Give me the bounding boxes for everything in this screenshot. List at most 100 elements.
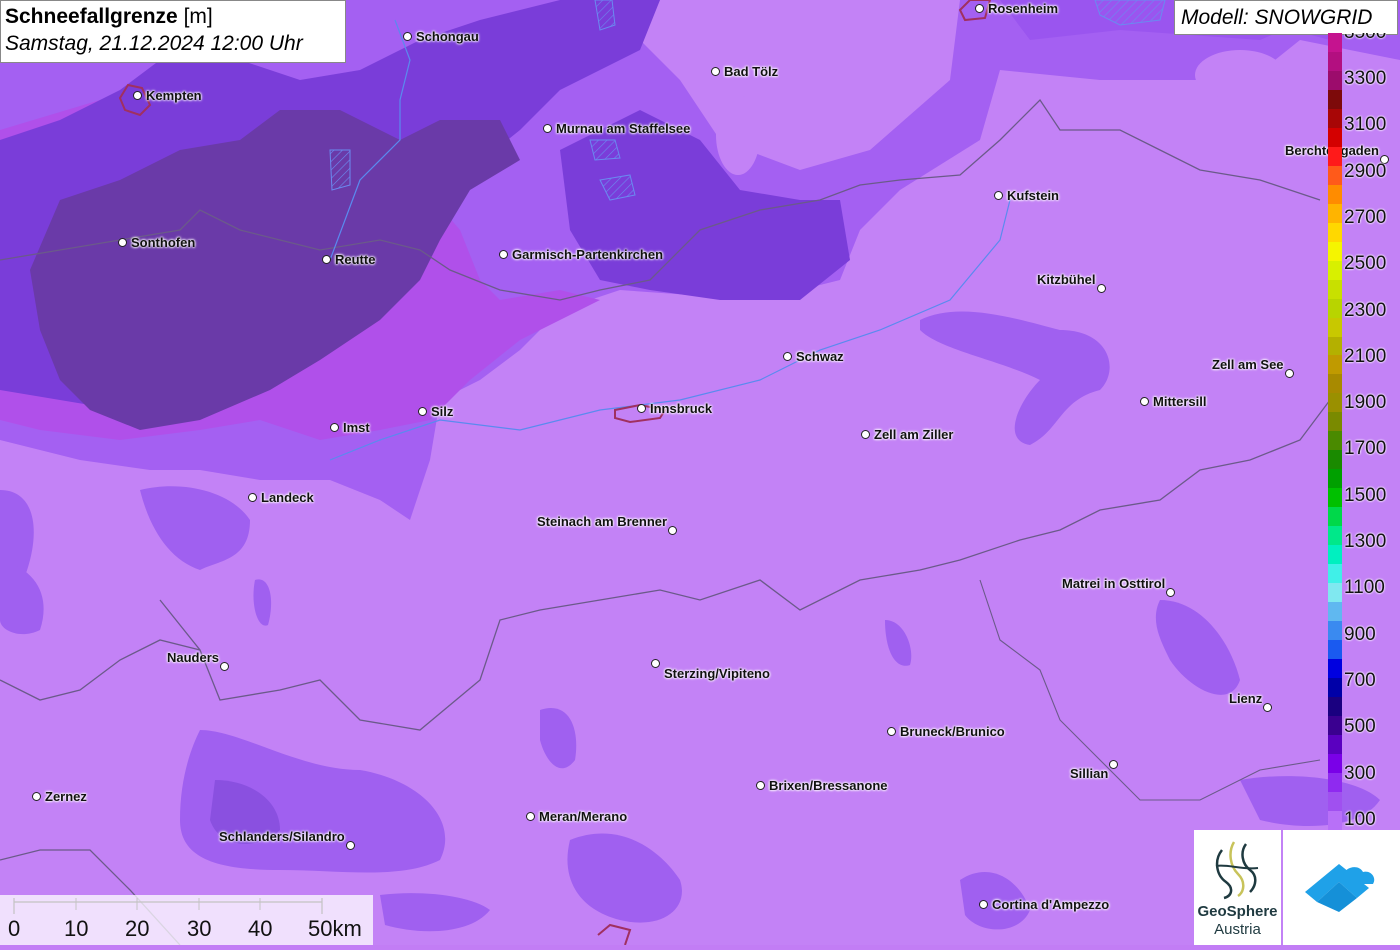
city-marker[interactable] xyxy=(499,250,508,259)
legend-label: 700 xyxy=(1344,669,1376,691)
parameter-name: Schneefallgrenze xyxy=(5,5,178,28)
legend-label: 100 xyxy=(1344,808,1376,830)
city-marker[interactable] xyxy=(994,191,1003,200)
city-label: Brixen/Bressanone xyxy=(769,778,888,793)
legend-swatch xyxy=(1328,526,1342,546)
legend-swatch xyxy=(1328,146,1342,166)
city-label: Sillian xyxy=(1070,766,1109,781)
legend-swatch xyxy=(1328,33,1342,52)
city-marker[interactable] xyxy=(1263,703,1272,712)
legend-swatch xyxy=(1328,545,1342,565)
model-label: Modell: SNOWGRID xyxy=(1174,0,1398,35)
legend-label: 2700 xyxy=(1344,206,1387,228)
city-label: Zernez xyxy=(45,789,87,804)
city-marker[interactable] xyxy=(1109,760,1118,769)
city-marker[interactable] xyxy=(133,91,142,100)
legend-swatch xyxy=(1328,658,1342,678)
legend-swatch xyxy=(1328,488,1342,508)
city-marker[interactable] xyxy=(32,792,41,801)
city-label: Zell am Ziller xyxy=(874,427,954,442)
legend-swatch xyxy=(1328,677,1342,697)
city-marker[interactable] xyxy=(756,781,765,790)
legend-swatch xyxy=(1328,469,1342,489)
city-marker[interactable] xyxy=(118,238,127,247)
city-marker[interactable] xyxy=(403,32,412,41)
title-box: Schneefallgrenze [m] Samstag, 21.12.2024… xyxy=(0,0,346,63)
city-label: Murnau am Staffelsee xyxy=(556,121,691,136)
legend-label: 500 xyxy=(1344,716,1376,738)
map-canvas[interactable] xyxy=(0,0,1400,945)
city-marker[interactable] xyxy=(1166,588,1175,597)
city-marker[interactable] xyxy=(668,526,677,535)
legend-swatch xyxy=(1328,753,1342,773)
city-label: Kempten xyxy=(146,88,202,103)
scale-label: 10 xyxy=(64,916,89,941)
geosphere-logo[interactable]: GeoSphere Austria xyxy=(1194,830,1281,945)
city-label: Kufstein xyxy=(1007,188,1059,203)
city-label: Zell am See xyxy=(1212,357,1284,372)
scale-label: 20 xyxy=(125,916,150,941)
scale-label: 50km xyxy=(308,916,362,941)
legend-swatch xyxy=(1328,696,1342,716)
city-label: Imst xyxy=(343,420,370,435)
legend-swatch xyxy=(1328,108,1342,128)
city-marker[interactable] xyxy=(651,659,660,668)
legend-swatch xyxy=(1328,734,1342,754)
legend-swatch xyxy=(1328,412,1342,432)
city-label: Bad Tölz xyxy=(724,64,779,79)
legend-swatch xyxy=(1328,355,1342,375)
city-marker[interactable] xyxy=(637,404,646,413)
city-marker[interactable] xyxy=(526,812,535,821)
legend-swatch xyxy=(1328,317,1342,337)
legend-swatch xyxy=(1328,51,1342,71)
legend-label: 1900 xyxy=(1344,392,1387,414)
city-marker[interactable] xyxy=(975,4,984,13)
legend-swatch xyxy=(1328,127,1342,147)
scale-label: 30 xyxy=(187,916,212,941)
legend-swatch xyxy=(1328,621,1342,640)
city-marker[interactable] xyxy=(543,124,552,133)
city-marker[interactable] xyxy=(783,352,792,361)
city-marker[interactable] xyxy=(220,662,229,671)
legend-swatch xyxy=(1328,583,1342,603)
city-marker[interactable] xyxy=(861,430,870,439)
city-label: Silz xyxy=(431,404,454,419)
legend-swatch xyxy=(1328,336,1342,356)
cloud-arrow-icon xyxy=(1305,864,1375,912)
legend-colorbar xyxy=(1328,33,1342,830)
city-label: Schlanders/Silandro xyxy=(219,829,345,844)
city-label: Kitzbühel xyxy=(1037,272,1096,287)
city-marker[interactable] xyxy=(979,900,988,909)
city-marker[interactable] xyxy=(1097,284,1106,293)
city-marker[interactable] xyxy=(346,841,355,850)
legend-label: 1700 xyxy=(1344,438,1387,460)
city-label: Schwaz xyxy=(796,349,844,364)
legend-swatch xyxy=(1328,70,1342,90)
city-marker[interactable] xyxy=(322,255,331,264)
city-marker[interactable] xyxy=(330,423,339,432)
city-label: Garmisch-Partenkirchen xyxy=(512,247,664,262)
city-marker[interactable] xyxy=(887,727,896,736)
lake-staffelsee xyxy=(589,139,621,161)
parameter-unit: [m] xyxy=(183,5,213,28)
city-marker[interactable] xyxy=(1140,397,1149,406)
cloud-logo[interactable] xyxy=(1283,830,1400,945)
city-label: Reutte xyxy=(335,252,376,267)
city-marker[interactable] xyxy=(711,67,720,76)
legend-label: 1500 xyxy=(1344,484,1387,506)
city-marker[interactable] xyxy=(418,407,427,416)
legend-swatch xyxy=(1328,450,1342,470)
legend-swatch xyxy=(1328,298,1342,318)
legend-swatch xyxy=(1328,431,1342,451)
city-label: Matrei in Osttirol xyxy=(1062,576,1166,591)
city-label: Meran/Merano xyxy=(539,809,628,824)
city-marker[interactable] xyxy=(248,493,257,502)
legend-swatch xyxy=(1328,241,1342,261)
legend-swatch xyxy=(1328,203,1342,223)
geosphere-line1: GeoSphere xyxy=(1197,903,1278,920)
legend-label: 3300 xyxy=(1344,68,1387,89)
legend-label: 2500 xyxy=(1344,253,1387,275)
city-marker[interactable] xyxy=(1285,369,1294,378)
city-label: Rosenheim xyxy=(988,1,1059,16)
legend-swatch xyxy=(1328,640,1342,659)
